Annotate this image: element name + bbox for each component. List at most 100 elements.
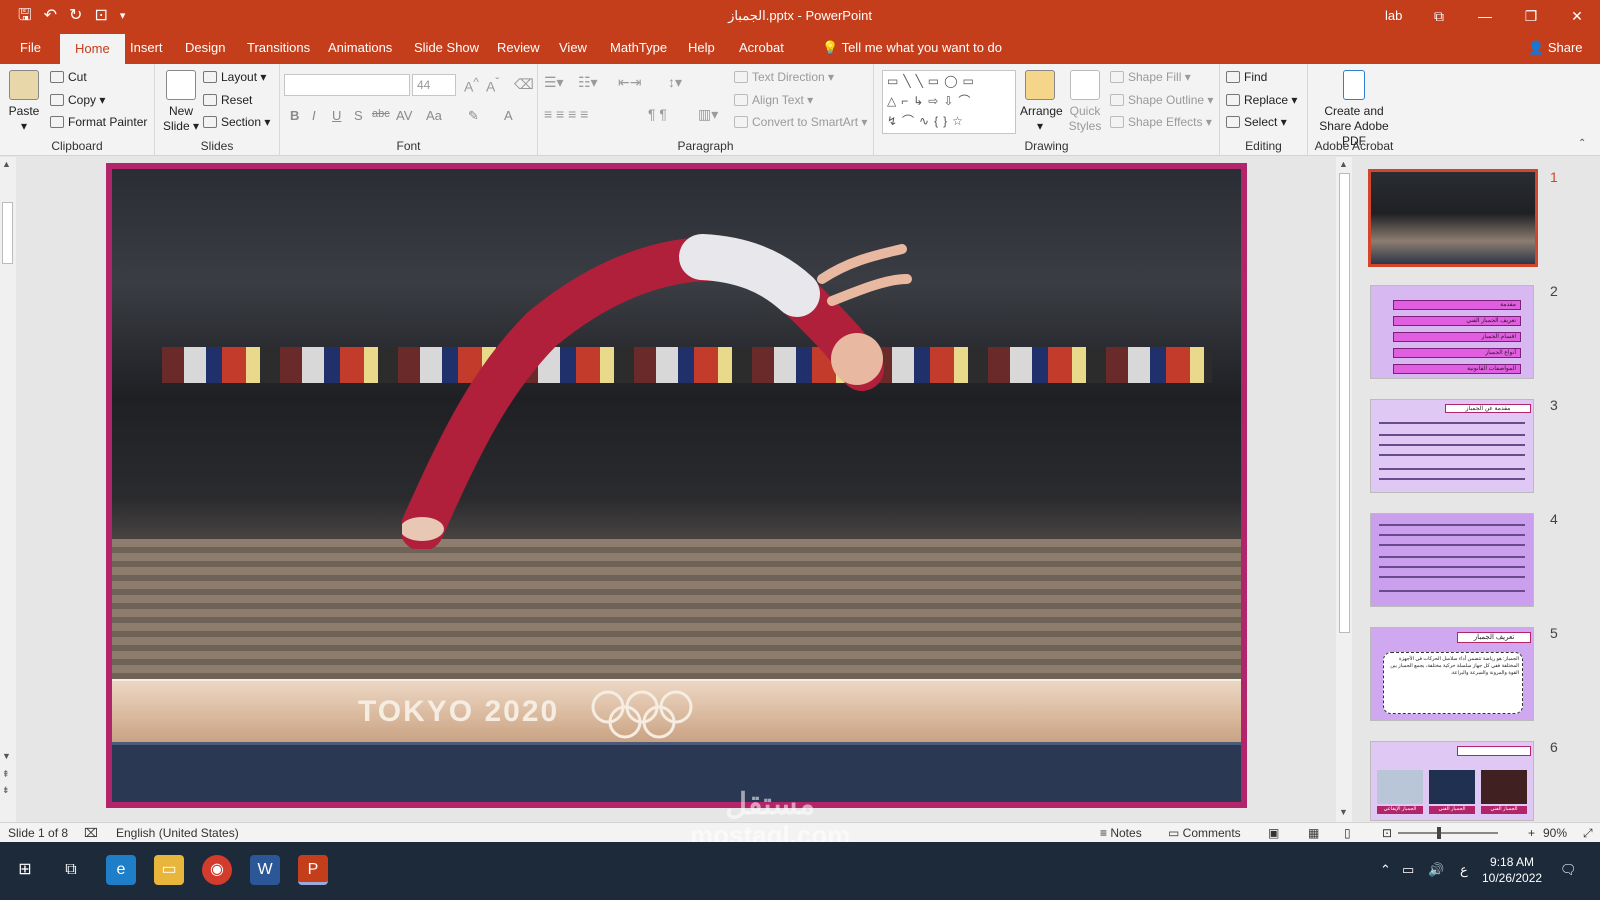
thumbnail-slide-5[interactable]: تعريف الجمباز الجمباز: هو رياضة تتضمن أد… — [1370, 627, 1534, 721]
prev-slide-icon[interactable]: ⇞ — [2, 769, 10, 780]
copy-button[interactable]: Copy ▾ — [50, 93, 105, 107]
strikethrough-button[interactable]: abc — [372, 108, 390, 120]
taskbar-clock[interactable]: 9:18 AM 10/26/2022 — [1482, 854, 1542, 886]
normal-view-icon[interactable]: ▣ — [1268, 826, 1279, 840]
font-size-combo[interactable]: 44 — [412, 74, 456, 96]
thumbnail-slide-4[interactable] — [1370, 513, 1534, 607]
cut-button[interactable]: Cut — [50, 70, 87, 84]
shrink-font-icon[interactable]: Aˇ — [486, 76, 499, 95]
align-text-button[interactable]: Align Text ▾ — [734, 93, 813, 107]
comments-button[interactable]: ▭ Comments — [1168, 826, 1241, 840]
font-name-combo[interactable] — [284, 74, 410, 96]
tab-design[interactable]: Design — [185, 40, 225, 55]
quick-styles-button[interactable]: Quick Styles — [1064, 70, 1106, 134]
font-color-icon[interactable]: A — [504, 108, 513, 123]
user-name[interactable]: lab — [1385, 8, 1402, 23]
tab-view[interactable]: View — [559, 40, 587, 55]
tab-file[interactable]: File — [20, 40, 41, 55]
reset-button[interactable]: Reset — [203, 93, 252, 107]
new-slide-button[interactable]: New Slide ▾ — [161, 70, 201, 134]
language-indicator[interactable]: English (United States) — [116, 826, 239, 840]
indent-icon[interactable]: ⇤⇥ — [618, 74, 641, 91]
align-icons[interactable]: ≡ ≡ ≡ ≡ — [544, 106, 588, 122]
highlight-icon[interactable]: ✎ — [468, 108, 479, 124]
thumbs-scroll-down-icon[interactable]: ▼ — [1339, 807, 1348, 817]
task-view-icon[interactable]: ⧉ — [56, 855, 86, 885]
slideshow-view-icon[interactable]: ⊡ — [1382, 826, 1392, 840]
bold-button[interactable]: B — [290, 108, 299, 123]
word-icon[interactable]: W — [250, 855, 280, 885]
columns-icon[interactable]: ▥▾ — [698, 106, 718, 123]
clear-format-icon[interactable]: ⌫ — [514, 76, 534, 93]
notes-button[interactable]: ≡ Notes — [1100, 826, 1142, 840]
char-spacing-button[interactable]: AV — [396, 108, 412, 123]
zoom-level[interactable]: 90% — [1543, 826, 1567, 840]
replace-button[interactable]: Replace ▾ — [1226, 93, 1297, 107]
windows-start-icon[interactable]: ⊞ — [10, 855, 40, 885]
shapes-gallery[interactable]: ▭╲╲▭◯▭ △⌐↳⇨⇩⌒ ↯⌒∿{}☆ — [882, 70, 1016, 134]
volume-icon[interactable]: 🔊 — [1428, 862, 1444, 878]
shape-fill-button[interactable]: Shape Fill ▾ — [1110, 70, 1191, 84]
change-case-button[interactable]: Aa — [426, 108, 442, 123]
underline-button[interactable]: U — [332, 108, 341, 123]
zoom-in-icon[interactable]: + — [1528, 826, 1535, 840]
convert-smartart-button[interactable]: Convert to SmartArt ▾ — [734, 115, 867, 129]
zoom-slider-knob[interactable] — [1437, 827, 1441, 839]
tab-insert[interactable]: Insert — [130, 40, 163, 55]
shape-outline-button[interactable]: Shape Outline ▾ — [1110, 93, 1213, 107]
format-painter-button[interactable]: Format Painter — [50, 115, 147, 129]
notifications-icon[interactable]: 🗨 — [1560, 862, 1577, 878]
tab-slide-show[interactable]: Slide Show — [414, 40, 479, 55]
thumbs-scroll-up-icon[interactable]: ▲ — [1339, 159, 1348, 169]
tab-mathtype[interactable]: MathType — [610, 40, 667, 55]
network-icon[interactable]: ▭ — [1402, 862, 1414, 878]
chrome-icon[interactable]: ◉ — [202, 855, 232, 885]
layout-button[interactable]: Layout ▾ — [203, 70, 266, 84]
gymnast-photo[interactable]: TOKYO 2020 — [112, 169, 1241, 802]
ribbon-display-icon[interactable]: ⧉ — [1416, 0, 1462, 32]
tab-acrobat[interactable]: Acrobat — [739, 40, 784, 55]
shape-effects-button[interactable]: Shape Effects ▾ — [1110, 115, 1212, 129]
thumbnail-slide-3[interactable]: مقدمة عن الجمباز — [1370, 399, 1534, 493]
edge-icon[interactable]: e — [106, 855, 136, 885]
thumbnail-slide-2[interactable]: مقدمة تعريف الجمباز الفني اقسام الجمباز … — [1370, 285, 1534, 379]
grow-font-icon[interactable]: A^ — [464, 76, 479, 95]
zoom-slider[interactable] — [1398, 832, 1498, 834]
slide-1[interactable]: TOKYO 2020 — [106, 163, 1247, 808]
fit-to-window-icon[interactable]: ⤢ — [1583, 826, 1593, 841]
share-button[interactable]: 👤 Share — [1528, 40, 1583, 56]
slide-sorter-icon[interactable]: ▦ — [1308, 826, 1319, 840]
select-button[interactable]: Select ▾ — [1226, 115, 1287, 129]
tab-review[interactable]: Review — [497, 40, 540, 55]
tab-transitions[interactable]: Transitions — [247, 40, 310, 55]
thumbnail-slide-1[interactable] — [1368, 169, 1538, 267]
numbering-icon[interactable]: ☷▾ — [578, 74, 598, 91]
section-button[interactable]: Section ▾ — [203, 115, 270, 129]
scroll-down-icon[interactable]: ▼ — [2, 751, 11, 761]
tell-me-search[interactable]: 💡 Tell me what you want to do — [822, 40, 1002, 56]
text-shadow-button[interactable]: S — [354, 108, 363, 123]
thumbnail-slide-6[interactable]: الجمباز الإيقاعي الجمباز الفني الجمباز ا… — [1370, 741, 1534, 821]
bullets-icon[interactable]: ☰▾ — [544, 74, 564, 91]
find-button[interactable]: Find — [1226, 70, 1267, 84]
tab-help[interactable]: Help — [688, 40, 715, 55]
italic-button[interactable]: I — [312, 108, 316, 123]
scroll-up-icon[interactable]: ▲ — [2, 159, 11, 169]
spellcheck-icon[interactable]: ⌧ — [84, 826, 98, 840]
line-spacing-icon[interactable]: ↕▾ — [668, 74, 682, 91]
thumbs-scroll-thumb[interactable] — [1339, 173, 1350, 633]
close-button[interactable]: ✕ — [1554, 0, 1600, 32]
editor-scrollbar[interactable]: ▲ ▼ ⇞ ⇟ — [0, 157, 16, 827]
paste-button[interactable]: Paste ▾ — [6, 70, 42, 134]
minimize-button[interactable]: — — [1462, 0, 1508, 32]
scroll-thumb[interactable] — [2, 202, 13, 264]
powerpoint-icon[interactable]: P — [298, 855, 328, 885]
arrange-button[interactable]: Arrange ▾ — [1020, 70, 1063, 134]
input-language[interactable]: ع — [1460, 862, 1468, 878]
tab-home[interactable]: Home — [60, 34, 125, 64]
create-share-pdf-button[interactable]: Create and Share Adobe PDF — [1308, 70, 1400, 149]
next-slide-icon[interactable]: ⇟ — [2, 785, 10, 796]
file-explorer-icon[interactable]: ▭ — [154, 855, 184, 885]
rtl-icons[interactable]: ¶ ¶ — [648, 106, 667, 122]
text-direction-button[interactable]: Text Direction ▾ — [734, 70, 834, 84]
